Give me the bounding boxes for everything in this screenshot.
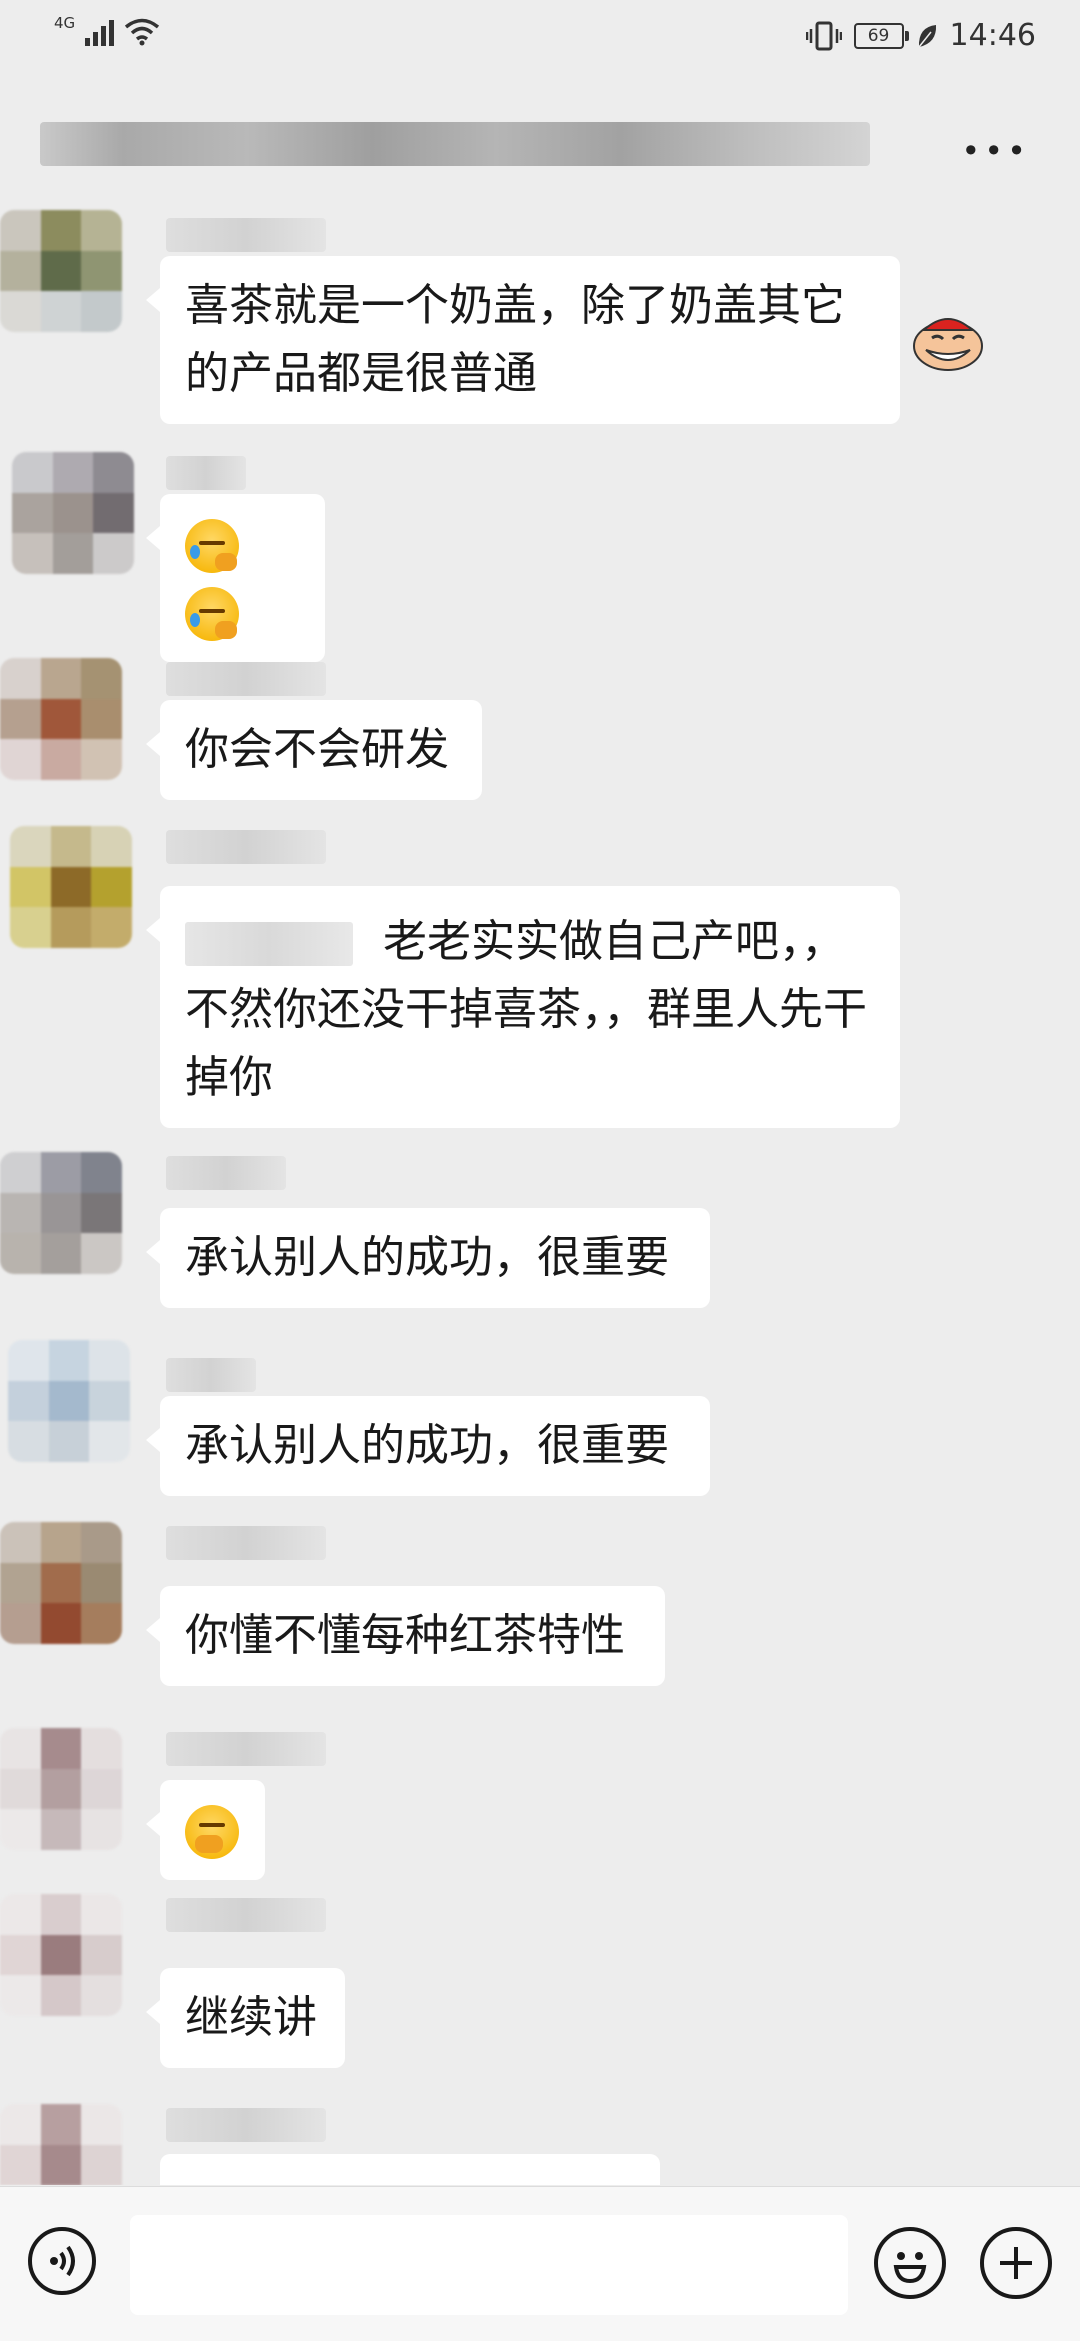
message-list[interactable]: 喜茶就是一个奶盖，除了奶盖其它的产品都是很普通 你会不会研发 老老实实做自己产吧… — [0, 200, 1080, 2185]
plus-icon[interactable] — [980, 2227, 1052, 2299]
avatar[interactable] — [0, 1522, 122, 1644]
signal-icon — [85, 16, 115, 46]
avatar[interactable] — [0, 210, 122, 332]
battery-icon: 69 — [853, 22, 909, 49]
wifi-icon — [125, 18, 160, 46]
message-bubble[interactable]: 你懂不懂每种红茶特性 — [146, 1586, 665, 1686]
message-text: 承认别人的成功，很重要 — [185, 1420, 669, 1471]
emoji-icon-glyph — [893, 2252, 927, 2284]
message-text: 喜茶就是一个奶盖，除了奶盖其它的产品都是很普通 — [185, 280, 845, 399]
message-bubble[interactable]: 继续讲 — [146, 1968, 345, 2068]
avatar[interactable] — [0, 658, 122, 780]
clock: 14:46 — [949, 18, 1036, 53]
mention-redacted — [185, 922, 353, 966]
signal-indicator: 4G — [54, 14, 160, 46]
avatar[interactable] — [0, 2104, 122, 2185]
message-text: 承认别人的成功，很重要 — [185, 1232, 669, 1283]
avatar[interactable] — [0, 1728, 122, 1850]
status-bar: 4G 69 14:46 — [0, 0, 1080, 80]
sender-name-redacted — [166, 1526, 326, 1560]
message-bubble[interactable] — [146, 1780, 265, 1880]
message-bubble[interactable]: 承认别人的成功，很重要 — [146, 1208, 710, 1308]
sender-name-redacted — [166, 1732, 326, 1766]
chat-title-redacted — [40, 122, 870, 166]
crying-facepalm-emoji — [185, 587, 239, 641]
laughing-sticker[interactable] — [910, 308, 986, 372]
sender-name-redacted — [166, 218, 326, 252]
sender-name-redacted — [166, 1358, 256, 1392]
network-type: 4G — [54, 14, 76, 32]
chat-header: ••• — [0, 80, 1080, 200]
message-bubble[interactable] — [160, 2154, 660, 2185]
message-text: 继续讲 — [185, 1992, 317, 2043]
sender-name-redacted — [166, 2108, 326, 2142]
message-text: 你会不会研发 — [185, 724, 449, 775]
plus-icon-glyph — [1000, 2247, 1032, 2279]
avatar[interactable] — [0, 1152, 122, 1274]
voice-icon[interactable] — [28, 2227, 96, 2295]
message-bubble[interactable] — [146, 494, 325, 662]
status-right: 69 14:46 — [805, 18, 1036, 53]
input-bar — [0, 2186, 1080, 2341]
message-input[interactable] — [130, 2215, 848, 2315]
sender-name-redacted — [166, 1898, 326, 1932]
hand-over-mouth-emoji — [185, 1805, 239, 1859]
emoji-icon[interactable] — [874, 2227, 946, 2299]
avatar[interactable] — [10, 826, 132, 948]
message-text: 你懂不懂每种红茶特性 — [185, 1610, 625, 1661]
message-bubble[interactable]: 你会不会研发 — [146, 700, 482, 800]
avatar[interactable] — [0, 1894, 122, 2016]
sender-name-redacted — [166, 830, 326, 864]
sender-name-redacted — [166, 662, 326, 696]
sender-name-redacted — [166, 1156, 286, 1190]
crying-facepalm-emoji — [185, 519, 239, 573]
message-bubble[interactable]: 喜茶就是一个奶盖，除了奶盖其它的产品都是很普通 — [146, 256, 900, 424]
leaf-icon — [917, 24, 936, 47]
more-icon[interactable]: ••• — [961, 132, 1030, 170]
sender-name-redacted — [166, 456, 246, 490]
voice-icon-glyph — [50, 2245, 75, 2277]
avatar[interactable] — [8, 1340, 130, 1462]
vibrate-icon — [805, 21, 842, 50]
message-bubble[interactable]: 老老实实做自己产吧，，不然你还没干掉喜茶，，群里人先干掉你 — [146, 886, 900, 1128]
avatar[interactable] — [12, 452, 134, 574]
message-bubble[interactable]: 承认别人的成功，很重要 — [146, 1396, 710, 1496]
